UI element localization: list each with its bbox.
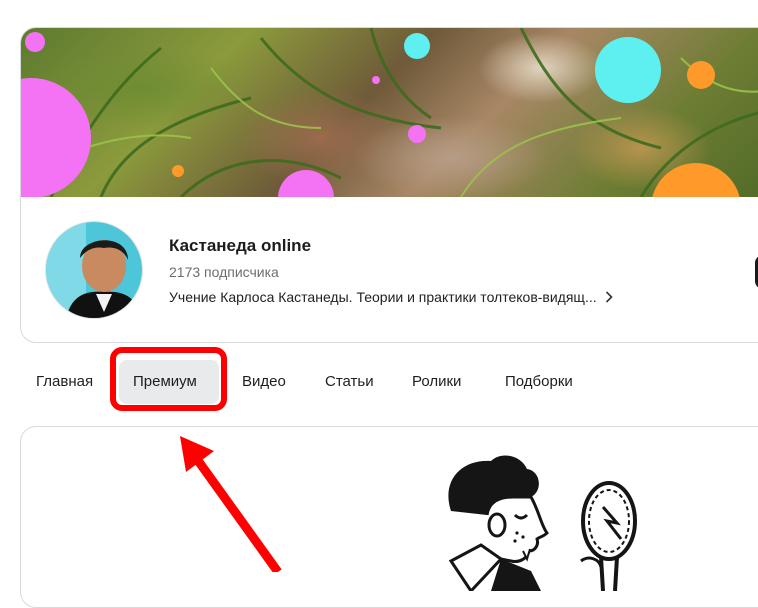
tab-collections[interactable]: Подборки <box>491 360 587 404</box>
premium-content-card <box>20 426 758 608</box>
tab-articles[interactable]: Статьи <box>311 360 388 404</box>
annotation-highlight-box <box>110 347 227 411</box>
channel-description[interactable]: Учение Карлоса Кастанеды. Теории и практ… <box>169 289 613 305</box>
tab-video[interactable]: Видео <box>228 360 300 404</box>
premium-illustration <box>448 455 637 591</box>
tab-main[interactable]: Главная <box>22 360 107 404</box>
channel-cover-image <box>21 28 758 197</box>
channel-description-text: Учение Карлоса Кастанеды. Теории и практ… <box>169 289 597 305</box>
channel-info: Кастанеда online 2173 подписчика Учение … <box>21 197 758 342</box>
cover-decor <box>21 28 758 197</box>
channel-title[interactable]: Кастанеда online <box>169 236 311 256</box>
subscriber-count: 2173 подписчика <box>169 264 279 280</box>
chevron-right-icon <box>605 291 613 303</box>
channel-avatar[interactable] <box>45 221 143 319</box>
channel-card: Кастанеда online 2173 подписчика Учение … <box>20 27 758 343</box>
tab-shorts[interactable]: Ролики <box>398 360 475 404</box>
